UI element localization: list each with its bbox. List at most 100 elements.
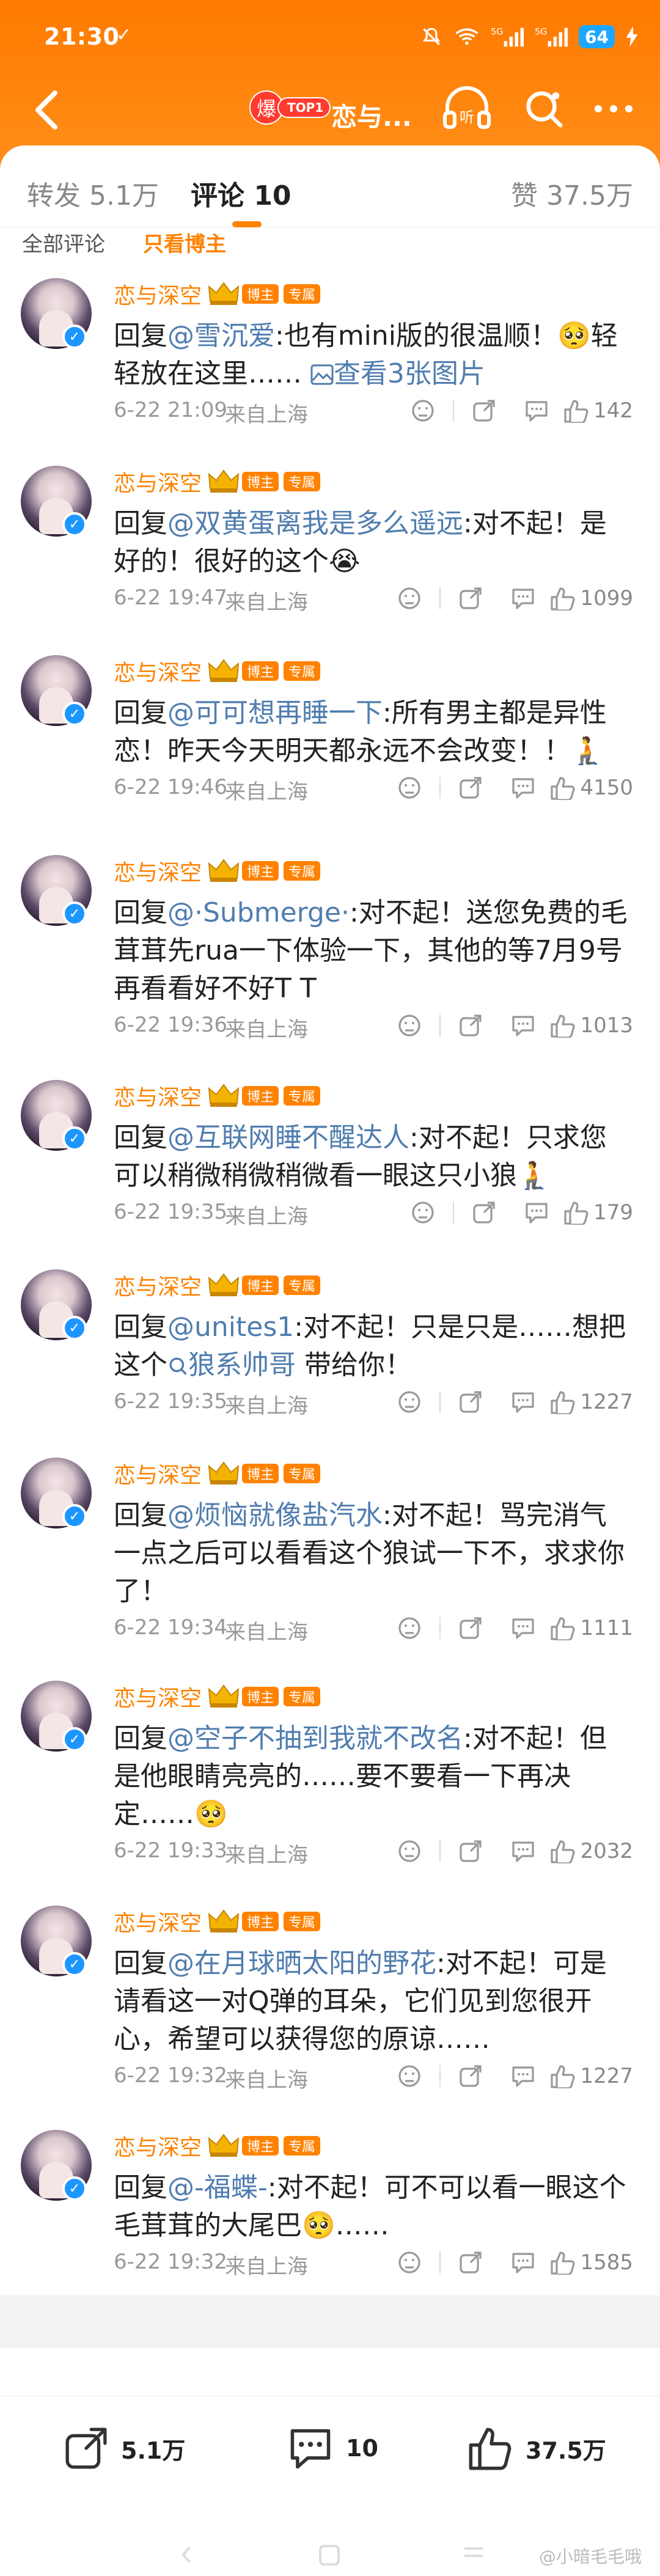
mention-link[interactable]: @空子不抽到我就不改名 (167, 1723, 463, 1754)
comment-like-button[interactable]: 142 (563, 398, 633, 423)
dislike-button[interactable] (389, 1613, 430, 1643)
dislike-button[interactable] (389, 2061, 430, 2091)
host-badge: 博主 (242, 1275, 279, 1295)
comment-button[interactable]: 10 (287, 2426, 378, 2471)
reply-button[interactable] (503, 1836, 543, 1866)
comment-item[interactable]: ✓ 恋与深空 博主 专属 回复@可可想再睡一下:所有男主都是异性恋！昨天今天明天都永远不… (0, 655, 660, 809)
comment-item[interactable]: ✓ 恋与深空 博主 专属回复@在月球晒太阳的野花:对不起！可是请看这一对Q弹的耳朵，它… (0, 1906, 660, 2097)
comment-item[interactable]: ✓ 恋与深空 博主 专属 回复@空子不抽到我就不改名:对不起！但是他眼睛亮亮的……要不要… (0, 1681, 660, 1873)
tab-reposts[interactable]: 转发 5.1万 (27, 174, 159, 213)
dislike-button[interactable] (389, 772, 430, 803)
mention-link[interactable]: @双黄蛋离我是多么遥远 (167, 508, 463, 539)
dislike-button[interactable] (403, 1197, 443, 1228)
reply-button[interactable] (503, 2247, 543, 2278)
comment-item[interactable]: ✓ 恋与深空 博主 专属 回复@双黄蛋离我是多么遥远:对不起！是好的！很好的这个😭 6-2… (0, 466, 660, 620)
comment-author[interactable]: 恋与深空 博主 专属 (114, 1269, 321, 1301)
reply-prefix: 回复 (114, 1948, 167, 1979)
topic-search-link[interactable]: 狼系帅哥 (167, 1349, 296, 1381)
verified-badge-icon: ✓ (62, 1952, 87, 1976)
reply-button[interactable] (503, 583, 543, 614)
dislike-face-icon (412, 1202, 434, 1224)
wifi-icon (455, 28, 479, 45)
mention-link[interactable]: @雪沉爱 (167, 320, 275, 351)
comment-author[interactable]: 恋与深空 博主 专属 (114, 466, 321, 497)
thumbs-up-icon (551, 1391, 576, 1414)
comment-location: 来自上海 (225, 1018, 308, 1042)
search-button[interactable] (517, 82, 571, 136)
mention-link[interactable]: @烦恼就像盐汽水 (167, 1500, 383, 1531)
comment-author[interactable]: 恋与深空 博主 专属 (114, 2130, 321, 2162)
share-button[interactable] (450, 1387, 491, 1417)
share-button[interactable] (450, 2247, 491, 2278)
comment-item[interactable]: ✓ 恋与深空 博主 专属 回复@雪沉爱:也有mini版的很温顺！🥺轻轻放在这里…… 查看… (0, 278, 660, 432)
comment-item[interactable]: ✓ 恋与深空 博主 专属 回复@unites1:对不起！只是只是……想把这个 狼系帅哥 带… (0, 1269, 660, 1423)
comment-like-button[interactable]: 1099 (549, 586, 633, 611)
view-images-link[interactable]: 查看3张图片 (302, 358, 485, 389)
tab-comments[interactable]: 评论 10 (191, 174, 292, 213)
comment-item[interactable]: ✓ 恋与深空 博主 专属 回复@烦恼就像盐汽水:对不起！骂完消气一点之后可以看看这个狼试… (0, 1458, 660, 1649)
page-title[interactable]: 恋与... (331, 97, 412, 134)
listen-button[interactable]: 听 (440, 82, 494, 136)
reply-button[interactable] (516, 395, 557, 426)
filter-host-only[interactable]: 只看博主 (143, 227, 226, 257)
dislike-button[interactable] (389, 2247, 430, 2278)
comment-text: 回复@在月球晒太阳的野花:对不起！可是请看这一对Q弹的耳朵，它们见到您很开心，希… (114, 1945, 633, 2058)
mention-link[interactable]: @在月球晒太阳的野花 (167, 1948, 436, 1979)
hot-badge[interactable]: 爆 TOP1 (249, 90, 331, 125)
thumbs-up-icon (551, 1617, 576, 1640)
share-button[interactable] (450, 2061, 491, 2091)
reply-button[interactable] (503, 1387, 543, 1417)
author-name: 恋与深空 (114, 471, 202, 496)
tab-bar: 转发 5.1万 评论 10 赞 37.5万 (0, 145, 660, 227)
repost-button[interactable]: 5.1万 (64, 2426, 185, 2471)
comment-like-button[interactable]: 179 (563, 1200, 633, 1225)
mention-link[interactable]: @unites1 (167, 1312, 294, 1343)
comment-author[interactable]: 恋与深空 博主 专属 (114, 1906, 321, 1937)
fan-badge: 专属 (284, 2136, 321, 2156)
mention-link[interactable]: @·Submerge· (167, 897, 350, 928)
comment-item[interactable]: ✓ 恋与深空 博主 专属 回复@-福蝶-:对不起！可不可以看一眼这个毛茸茸的大尾巴🥺……… (0, 2130, 660, 2284)
dislike-button[interactable] (389, 583, 430, 614)
comment-like-button[interactable]: 2032 (549, 1839, 633, 1863)
back-button[interactable] (22, 86, 71, 134)
comment-item[interactable]: ✓ 恋与深空 博主 专属 回复@互联网睡不醒达人:对不起！只求您可以稍微稍微稍微看一眼这… (0, 1080, 660, 1234)
comment-like-button[interactable]: 1227 (549, 1390, 633, 1414)
share-button[interactable] (464, 395, 504, 426)
dislike-button[interactable] (389, 1010, 430, 1041)
comment-like-button[interactable]: 1013 (549, 1013, 633, 1038)
comment-like-button[interactable]: 4150 (549, 776, 633, 800)
mention-link[interactable]: @可可想再睡一下 (167, 697, 383, 728)
reply-button[interactable] (503, 772, 543, 803)
dislike-button[interactable] (389, 1387, 430, 1417)
comment-author[interactable]: 恋与深空 博主 专属 (114, 1681, 321, 1712)
share-button[interactable] (464, 1197, 504, 1228)
comment-author[interactable]: 恋与深空 博主 专属 (114, 855, 321, 887)
share-button[interactable] (450, 1010, 491, 1041)
comment-author[interactable]: 恋与深空 博主 专属 (114, 1458, 321, 1489)
mention-link[interactable]: @互联网睡不醒达人 (167, 1122, 409, 1153)
comment-like-button[interactable]: 1111 (549, 1616, 633, 1640)
like-button[interactable]: 37.5万 (467, 2426, 606, 2471)
comment-author[interactable]: 恋与深空 博主 专属 (114, 278, 321, 310)
filter-all-comments[interactable]: 全部评论 (22, 227, 105, 257)
reply-button[interactable] (516, 1197, 557, 1228)
share-button[interactable] (450, 1836, 491, 1866)
dislike-button[interactable] (403, 395, 443, 426)
comment-author[interactable]: 恋与深空 博主 专属 (114, 1080, 321, 1112)
tab-likes[interactable]: 赞 37.5万 (511, 174, 633, 213)
share-button[interactable] (450, 583, 491, 614)
dislike-button[interactable] (389, 1836, 430, 1866)
mention-link[interactable]: @-福蝶- (167, 2172, 268, 2203)
reply-button[interactable] (503, 1613, 543, 1643)
dislike-face-icon (398, 1391, 421, 1413)
comment-like-button[interactable]: 1227 (549, 2064, 633, 2088)
reply-button[interactable] (503, 1010, 543, 1041)
comment-author[interactable]: 恋与深空 博主 专属 (114, 655, 321, 687)
share-button[interactable] (450, 772, 491, 803)
reply-button[interactable] (503, 2061, 543, 2091)
comment-like-button[interactable]: 1585 (549, 2250, 633, 2275)
host-badge: 博主 (242, 1464, 279, 1483)
more-button[interactable] (583, 82, 644, 136)
comment-item[interactable]: ✓ 恋与深空 博主 专属 回复@·Submerge·:对不起！送您免费的毛茸茸先rua一… (0, 855, 660, 1047)
share-button[interactable] (450, 1613, 491, 1643)
